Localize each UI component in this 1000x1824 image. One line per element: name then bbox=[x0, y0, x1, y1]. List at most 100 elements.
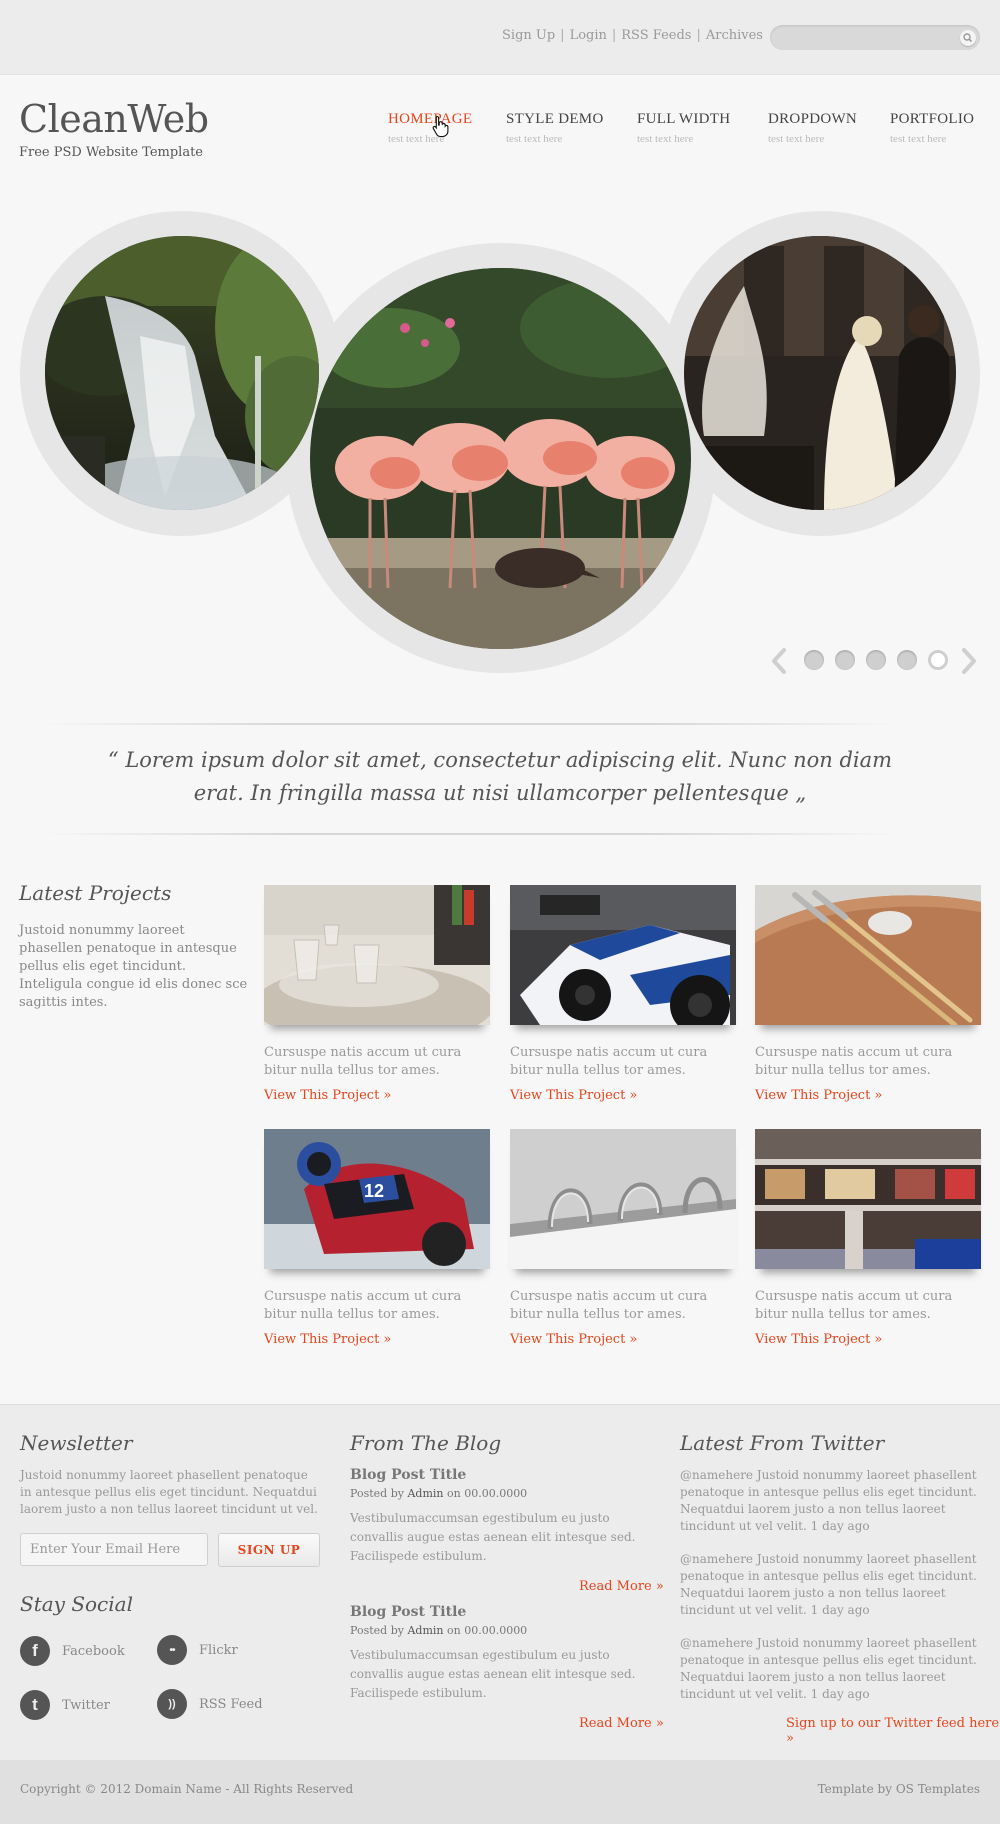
previous-slide-arrow[interactable] bbox=[770, 648, 788, 674]
project-thumbnail-shopping-mall[interactable] bbox=[755, 1129, 981, 1269]
nav-label: PORTFOLIO bbox=[890, 111, 975, 127]
view-project-link[interactable]: View This Project » bbox=[264, 1088, 490, 1103]
search-icon bbox=[963, 33, 973, 43]
flamingos-image bbox=[310, 268, 691, 649]
intro-quote: “ Lorem ipsum dolor sit amet, consectetu… bbox=[107, 748, 893, 805]
project-caption: Cursuspe natis accum ut cura bitur nulla… bbox=[510, 1045, 708, 1078]
newsletter-sign-up-button[interactable]: SIGN UP bbox=[218, 1533, 320, 1567]
template-credit[interactable]: Template by OS Templates bbox=[818, 1782, 980, 1796]
quote-divider-top bbox=[40, 723, 900, 725]
nav-sublabel: test text here bbox=[768, 133, 825, 145]
read-more-link[interactable]: Read More » bbox=[579, 1579, 664, 1594]
posted-by-label: Posted by bbox=[350, 1624, 404, 1637]
social-link-facebook[interactable]: f Facebook bbox=[20, 1636, 125, 1666]
nav-item-portfolio[interactable]: PORTFOLIO test text here bbox=[890, 111, 974, 145]
blog-post-meta: Posted by Admin on 00.00.0000 bbox=[350, 1624, 650, 1637]
project-caption: Cursuspe natis accum ut cura bitur nulla… bbox=[755, 1289, 953, 1322]
post-author: Admin bbox=[407, 1487, 444, 1500]
latest-projects-intro: Justoid nonummy laoreet phasellen penato… bbox=[19, 923, 248, 1010]
separator: | bbox=[696, 28, 701, 43]
nav-item-dropdown[interactable]: DROPDOWN test text here bbox=[768, 111, 857, 145]
project-card: Cursuspe natis accum ut cura bitur nulla… bbox=[510, 1129, 736, 1347]
newsletter-email-input[interactable] bbox=[20, 1533, 208, 1566]
slide-photo-wedding[interactable] bbox=[684, 236, 956, 510]
nav-sublabel: test text here bbox=[890, 133, 947, 145]
nav-sublabel: test text here bbox=[388, 133, 445, 145]
on-label: on bbox=[446, 1487, 461, 1500]
twitter-heading: Latest From Twitter bbox=[680, 1431, 885, 1455]
project-thumbnail-binder[interactable] bbox=[510, 1129, 736, 1269]
slider-dot-1[interactable] bbox=[804, 650, 824, 670]
read-more-link[interactable]: Read More » bbox=[579, 1716, 664, 1731]
site-logo[interactable]: CleanWeb bbox=[19, 97, 209, 141]
project-caption: Cursuspe natis accum ut cura bitur nulla… bbox=[264, 1289, 462, 1322]
rss-icon: )) bbox=[157, 1689, 187, 1719]
slider-dot-4[interactable] bbox=[897, 650, 917, 670]
view-project-link[interactable]: View This Project » bbox=[755, 1088, 981, 1103]
tweet: @namehere Justoid nonummy laoreet phasel… bbox=[680, 1467, 980, 1535]
hand-cursor-icon bbox=[432, 115, 449, 137]
latest-projects-heading: Latest Projects bbox=[19, 881, 172, 905]
social-link-twitter[interactable]: t Twitter bbox=[20, 1690, 110, 1720]
project-thumbnail-palette[interactable] bbox=[755, 885, 981, 1025]
social-link-rss[interactable]: )) RSS Feed bbox=[157, 1689, 263, 1719]
next-slide-arrow[interactable] bbox=[960, 648, 978, 674]
blog-post: Blog Post Title Posted by Admin on 00.00… bbox=[350, 1604, 650, 1703]
search-box bbox=[770, 25, 980, 50]
blog-post: Blog Post Title Posted by Admin on 00.00… bbox=[350, 1467, 650, 1566]
newsletter-heading: Newsletter bbox=[20, 1431, 133, 1455]
social-label: Facebook bbox=[62, 1643, 125, 1659]
view-project-link[interactable]: View This Project » bbox=[755, 1332, 981, 1347]
blog-post-title[interactable]: Blog Post Title bbox=[350, 1467, 650, 1483]
social-link-flickr[interactable]: •• Flickr bbox=[157, 1635, 238, 1665]
post-date: 00.00.0000 bbox=[464, 1487, 528, 1500]
shopping-mall-image bbox=[755, 1129, 981, 1269]
post-date: 00.00.0000 bbox=[464, 1624, 528, 1637]
on-label: on bbox=[446, 1624, 461, 1637]
site-tagline: Free PSD Website Template bbox=[19, 145, 203, 160]
blog-post-excerpt: Vestibulumaccumsan egestibulum eu justo … bbox=[350, 1511, 636, 1563]
post-author: Admin bbox=[407, 1624, 444, 1637]
archives-link[interactable]: Archives bbox=[706, 28, 763, 43]
nav-label: FULL WIDTH bbox=[637, 111, 731, 127]
slide-photo-flamingos[interactable] bbox=[310, 268, 691, 649]
tweet: @namehere Justoid nonummy laoreet phasel… bbox=[680, 1551, 980, 1619]
search-button[interactable] bbox=[960, 30, 976, 46]
slider-dot-3[interactable] bbox=[866, 650, 886, 670]
slider-dot-2[interactable] bbox=[835, 650, 855, 670]
blog-post-meta: Posted by Admin on 00.00.0000 bbox=[350, 1487, 650, 1500]
nav-item-homepage[interactable]: HOMEPAGE test text here bbox=[388, 111, 472, 145]
separator: | bbox=[560, 28, 565, 43]
flickr-icon: •• bbox=[157, 1635, 187, 1665]
project-card: Cursuspe natis accum ut cura bitur nulla… bbox=[510, 885, 736, 1103]
nav-item-full-width[interactable]: FULL WIDTH test text here bbox=[637, 111, 730, 145]
posted-by-label: Posted by bbox=[350, 1487, 404, 1500]
stay-social-heading: Stay Social bbox=[20, 1592, 133, 1616]
slide-photo-waterfall[interactable] bbox=[45, 236, 319, 510]
project-thumbnail-motorbike[interactable]: 12 bbox=[264, 1129, 490, 1269]
view-project-link[interactable]: View This Project » bbox=[510, 1088, 736, 1103]
nav-item-style-demo[interactable]: STYLE DEMO test text here bbox=[506, 111, 604, 145]
facebook-icon: f bbox=[20, 1636, 50, 1666]
rss-feeds-link[interactable]: RSS Feeds bbox=[621, 28, 691, 43]
slider-dot-5-active[interactable] bbox=[928, 650, 948, 670]
project-thumbnail-glasses[interactable] bbox=[264, 885, 490, 1025]
project-card: 12 Cursuspe natis accum ut cura bitur nu… bbox=[264, 1129, 490, 1347]
blog-post-title[interactable]: Blog Post Title bbox=[350, 1604, 650, 1620]
project-card: Cursuspe natis accum ut cura bitur nulla… bbox=[264, 885, 490, 1103]
search-input[interactable] bbox=[780, 28, 945, 47]
race-car-image bbox=[510, 885, 736, 1025]
palette-image bbox=[755, 885, 981, 1025]
wedding-image bbox=[684, 236, 956, 510]
sign-up-link[interactable]: Sign Up bbox=[502, 28, 555, 43]
nav-label: DROPDOWN bbox=[768, 111, 858, 127]
twitter-icon: t bbox=[20, 1690, 50, 1720]
project-card: Cursuspe natis accum ut cura bitur nulla… bbox=[755, 885, 981, 1103]
view-project-link[interactable]: View This Project » bbox=[510, 1332, 736, 1347]
login-link[interactable]: Login bbox=[570, 28, 607, 43]
view-project-link[interactable]: View This Project » bbox=[264, 1332, 490, 1347]
blog-post-excerpt: Vestibulumaccumsan egestibulum eu justo … bbox=[350, 1648, 636, 1700]
project-thumbnail-race-car[interactable] bbox=[510, 885, 736, 1025]
twitter-feed-signup-link[interactable]: Sign up to our Twitter feed here » bbox=[786, 1716, 1000, 1746]
project-card: Cursuspe natis accum ut cura bitur nulla… bbox=[755, 1129, 981, 1347]
